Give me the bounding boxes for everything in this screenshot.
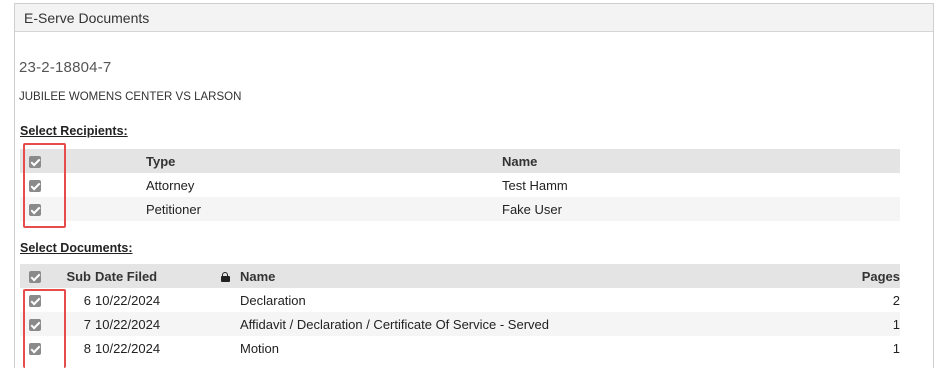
document-pages: 1	[800, 336, 900, 360]
recipients-checkbox-highlight	[23, 143, 66, 228]
panel-title: E-Serve Documents	[15, 4, 933, 32]
table-row[interactable]: 7 10/22/2024 Affidavit / Declaration / C…	[20, 312, 900, 336]
table-row[interactable]: 6 10/22/2024 Declaration 2	[20, 288, 900, 312]
document-date-filed: 10/22/2024	[95, 288, 210, 312]
table-row[interactable]: Attorney Test Hamm	[20, 173, 900, 197]
column-header-pages[interactable]: Pages	[800, 264, 900, 288]
lock-icon	[220, 272, 230, 283]
column-header-date-filed[interactable]: Date Filed	[95, 264, 210, 288]
documents-header-row: Sub Date Filed Name Pages	[20, 264, 900, 288]
column-header-sub[interactable]: Sub	[50, 264, 91, 288]
recipient-type: Petitioner	[146, 197, 502, 221]
column-header-doc-name[interactable]: Name	[240, 264, 800, 288]
document-name: Affidavit / Declaration / Certificate Of…	[240, 312, 800, 336]
documents-table: Sub Date Filed Name Pages 6 10/22/2024 D…	[20, 264, 900, 360]
document-pages: 2	[800, 288, 900, 312]
table-row[interactable]: 8 10/22/2024 Motion 1	[20, 336, 900, 360]
case-number: 23-2-18804-7	[19, 59, 112, 76]
recipient-name: Fake User	[502, 197, 900, 221]
recipients-header-row: Type Name	[20, 149, 900, 173]
select-recipients-label: Select Recipients:	[20, 124, 128, 138]
documents-checkbox-highlight	[23, 289, 66, 368]
case-name: JUBILEE WOMENS CENTER VS LARSON	[19, 91, 242, 103]
recipients-table: Type Name Attorney Test Hamm Petitioner …	[20, 149, 900, 221]
document-date-filed: 10/22/2024	[95, 312, 210, 336]
select-documents-label: Select Documents:	[20, 241, 133, 255]
column-header-type[interactable]: Type	[146, 149, 502, 173]
recipient-name: Test Hamm	[502, 173, 900, 197]
table-row[interactable]: Petitioner Fake User	[20, 197, 900, 221]
select-all-documents-checkbox[interactable]	[29, 271, 41, 284]
column-header-name[interactable]: Name	[502, 149, 900, 173]
recipient-type: Attorney	[146, 173, 502, 197]
document-name: Declaration	[240, 288, 800, 312]
document-name: Motion	[240, 336, 800, 360]
document-date-filed: 10/22/2024	[95, 336, 210, 360]
document-pages: 1	[800, 312, 900, 336]
